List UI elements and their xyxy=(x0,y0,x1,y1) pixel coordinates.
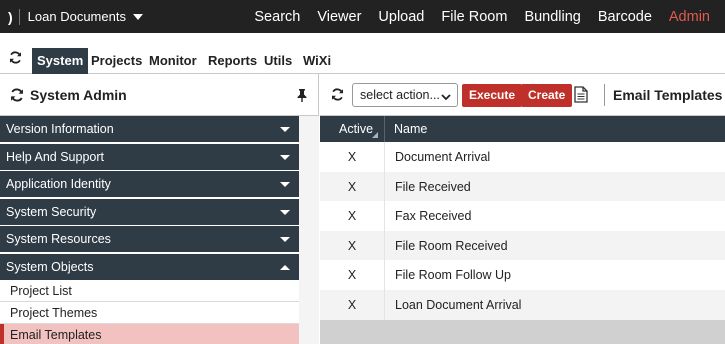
nav-admin[interactable]: Admin xyxy=(669,9,710,25)
cell-name: File Room Received xyxy=(395,239,508,253)
cell-active: X xyxy=(320,231,385,261)
cell-active: X xyxy=(320,290,385,320)
panel-title: Email Templates xyxy=(613,87,723,103)
cell-name: File Received xyxy=(395,180,471,194)
refresh-icon[interactable] xyxy=(331,88,344,104)
toolbar: select action... Execute Create Email Te… xyxy=(320,74,725,116)
tab-system[interactable]: System xyxy=(32,48,89,74)
accordion-label: System Objects xyxy=(6,260,94,274)
chevron-down-icon xyxy=(441,88,451,110)
action-select-value: select action... xyxy=(360,88,440,102)
accordion-label: Help And Support xyxy=(6,150,104,164)
pin-icon[interactable] xyxy=(296,88,308,105)
caret-up-icon xyxy=(280,265,290,270)
nav-bundling[interactable]: Bundling xyxy=(524,9,580,25)
tab-bar: System Projects Monitor Reports Utils Wi… xyxy=(0,33,725,74)
caret-down-icon xyxy=(280,182,290,187)
toolbar-divider xyxy=(604,84,605,106)
table-row[interactable]: X File Room Received xyxy=(320,231,725,261)
accordion-application-identity[interactable]: Application Identity xyxy=(0,171,299,197)
accordion-system-objects[interactable]: System Objects xyxy=(0,254,299,280)
nav-upload[interactable]: Upload xyxy=(378,9,424,25)
caret-down-icon xyxy=(280,127,290,132)
sidebar-item-project-themes[interactable]: Project Themes xyxy=(0,302,299,324)
sidebar-title: System Admin xyxy=(30,86,127,103)
nav-file-room[interactable]: File Room xyxy=(441,9,507,25)
brand-dropdown[interactable]: ) Loan Documents xyxy=(8,0,143,33)
sidebar-item-project-list[interactable]: Project List xyxy=(0,280,299,302)
tab-wixi[interactable]: WiXi xyxy=(298,48,336,74)
table-row[interactable]: X Document Arrival xyxy=(320,142,725,172)
tab-projects[interactable]: Projects xyxy=(86,48,147,74)
accordion-label: Version Information xyxy=(6,122,114,136)
refresh-icon[interactable] xyxy=(10,87,24,102)
accordion-label: System Resources xyxy=(6,232,111,246)
brand-name: Loan Documents xyxy=(27,9,126,24)
sidebar-scrollbar[interactable] xyxy=(299,116,319,344)
sidebar: System Admin Version Information Help An… xyxy=(0,74,319,344)
cell-active: X xyxy=(320,142,385,172)
grid-header: Active Name xyxy=(320,116,725,142)
execute-button[interactable]: Execute xyxy=(462,84,523,107)
nav-search[interactable]: Search xyxy=(254,9,300,25)
caret-down-icon xyxy=(280,210,290,215)
cell-name: Loan Document Arrival xyxy=(395,298,522,312)
refresh-icon[interactable] xyxy=(9,51,22,67)
main-panel: select action... Execute Create Email Te… xyxy=(320,74,725,344)
brand-logo-icon: ) xyxy=(8,8,13,25)
accordion-help-and-support[interactable]: Help And Support xyxy=(0,144,299,170)
table-row[interactable]: X Loan Document Arrival xyxy=(320,290,725,320)
tab-monitor[interactable]: Monitor xyxy=(144,48,202,74)
nav-viewer[interactable]: Viewer xyxy=(317,9,361,25)
cell-active: X xyxy=(320,172,385,202)
accordion-version-information[interactable]: Version Information xyxy=(0,116,299,142)
cell-active: X xyxy=(320,260,385,290)
cell-name: Fax Received xyxy=(395,209,472,223)
main-nav: Search Viewer Upload File Room Bundling … xyxy=(237,0,710,33)
accordion-label: Application Identity xyxy=(6,177,111,191)
caret-down-icon xyxy=(280,155,290,160)
accordion-system-security[interactable]: System Security xyxy=(0,199,299,225)
sidebar-header: System Admin xyxy=(0,74,319,116)
sidebar-item-email-templates[interactable]: Email Templates xyxy=(0,324,299,344)
caret-down-icon xyxy=(132,13,143,20)
table-row[interactable]: X File Received xyxy=(320,172,725,202)
cell-name: File Room Follow Up xyxy=(395,268,512,282)
nav-barcode[interactable]: Barcode xyxy=(598,9,652,25)
column-header-name[interactable]: Name xyxy=(386,116,427,142)
cell-active: X xyxy=(320,201,385,231)
cell-name: Document Arrival xyxy=(395,150,491,164)
caret-down-icon xyxy=(280,237,290,242)
create-button[interactable]: Create xyxy=(521,84,573,107)
document-icon[interactable] xyxy=(574,86,588,106)
accordion-label: System Security xyxy=(6,205,97,219)
action-select[interactable]: select action... xyxy=(352,83,458,107)
brand-divider xyxy=(18,8,20,25)
top-navbar: ) Loan Documents Search Viewer Upload Fi… xyxy=(0,0,725,33)
table-row[interactable]: X Fax Received xyxy=(320,201,725,231)
tab-utils[interactable]: Utils xyxy=(259,48,297,74)
table-row[interactable]: X File Room Follow Up xyxy=(320,260,725,290)
tab-reports[interactable]: Reports xyxy=(203,48,262,74)
accordion-system-resources[interactable]: System Resources xyxy=(0,226,299,252)
